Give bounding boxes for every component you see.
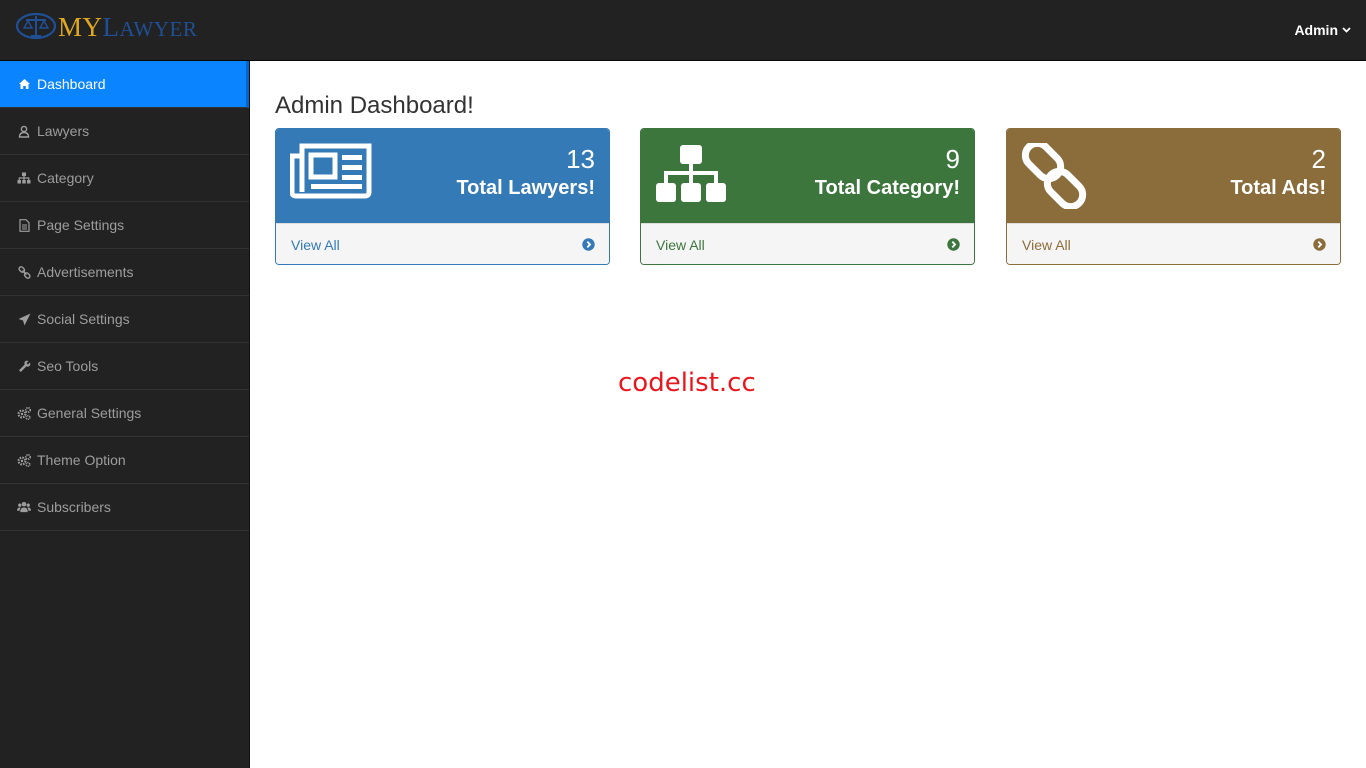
- user-icon: [17, 124, 31, 138]
- view-all-link[interactable]: View All: [641, 223, 974, 264]
- view-all-label: View All: [1022, 237, 1071, 253]
- lawyers-panel: 13 Total Lawyers! View All: [275, 128, 610, 265]
- panel-label: Total Ads!: [1230, 177, 1326, 199]
- sidebar-item-label: Seo Tools: [37, 358, 99, 374]
- sidebar-item-subscribers[interactable]: Subscribers: [0, 484, 249, 531]
- panel-heading: 9 Total Category!: [641, 129, 974, 223]
- arrow-circle-right-icon: [947, 238, 960, 254]
- sidebar-item-label: Dashboard: [37, 76, 106, 92]
- sidebar-item-label: Subscribers: [37, 499, 111, 515]
- file-icon: [17, 218, 31, 232]
- view-all-label: View All: [656, 237, 705, 253]
- sitemap-icon: [655, 143, 727, 210]
- sidebar-item-label: Advertisements: [37, 264, 134, 280]
- sitemap-icon: [17, 171, 31, 185]
- arrow-circle-right-icon: [1313, 238, 1326, 254]
- home-icon: [17, 77, 31, 91]
- sidebar-item-label: Social Settings: [37, 311, 130, 327]
- sidebar-item-theme-option[interactable]: Theme Option: [0, 437, 249, 484]
- panel-count: 13: [566, 144, 595, 174]
- watermark-text: codelist.cc: [618, 368, 756, 398]
- newspaper-icon: [289, 143, 372, 204]
- wrench-icon: [17, 359, 31, 373]
- sidebar-item-dashboard[interactable]: Dashboard: [0, 61, 249, 108]
- scales-logo-icon: [16, 12, 56, 40]
- sidebar-item-label: Lawyers: [37, 123, 90, 139]
- view-all-label: View All: [291, 237, 340, 253]
- view-all-link[interactable]: View All: [1007, 223, 1340, 264]
- panel-label: Total Lawyers!: [456, 177, 595, 199]
- sidebar-item-advertisements[interactable]: Advertisements: [0, 249, 249, 296]
- arrow-circle-right-icon: [582, 238, 595, 254]
- logo-text: MYLAWYER: [58, 11, 198, 42]
- sidebar-item-social-settings[interactable]: Social Settings: [0, 296, 249, 343]
- admin-label: Admin: [1294, 22, 1338, 38]
- sidebar: Dashboard Lawyers Category Page Settings…: [0, 61, 250, 768]
- top-navbar: MYLAWYER Admin: [0, 0, 1366, 61]
- sidebar-item-lawyers[interactable]: Lawyers: [0, 108, 249, 155]
- category-panel: 9 Total Category! View All: [640, 128, 975, 265]
- site-logo[interactable]: MYLAWYER: [16, 10, 197, 44]
- sidebar-item-label: Theme Option: [37, 452, 126, 468]
- gears-icon: [17, 453, 31, 467]
- main-content: Admin Dashboard! 13 Total Lawyers! View …: [250, 61, 1366, 768]
- users-icon: [17, 500, 31, 514]
- sidebar-item-label: Page Settings: [37, 217, 125, 233]
- panel-label: Total Category!: [814, 177, 960, 199]
- panel-heading: 2 Total Ads!: [1007, 129, 1340, 223]
- page-title: Admin Dashboard!: [275, 92, 474, 119]
- paper-plane-icon: [17, 312, 31, 326]
- sidebar-item-general-settings[interactable]: General Settings: [0, 390, 249, 437]
- view-all-link[interactable]: View All: [276, 223, 609, 264]
- panel-count: 2: [1311, 144, 1326, 174]
- admin-dropdown[interactable]: Admin: [1294, 22, 1351, 38]
- sidebar-item-seo-tools[interactable]: Seo Tools: [0, 343, 249, 390]
- panel-heading: 13 Total Lawyers!: [276, 129, 609, 223]
- panel-count: 9: [945, 144, 960, 174]
- sidebar-item-label: Category: [37, 170, 94, 186]
- sidebar-item-category[interactable]: Category: [0, 155, 249, 202]
- gears-icon: [17, 406, 31, 420]
- chevron-down-icon: [1342, 27, 1351, 33]
- sidebar-item-label: General Settings: [37, 405, 142, 421]
- link-icon: [17, 265, 31, 279]
- ads-panel: 2 Total Ads! View All: [1006, 128, 1341, 265]
- sidebar-item-page-settings[interactable]: Page Settings: [0, 202, 249, 249]
- chain-link-icon: [1021, 139, 1089, 214]
